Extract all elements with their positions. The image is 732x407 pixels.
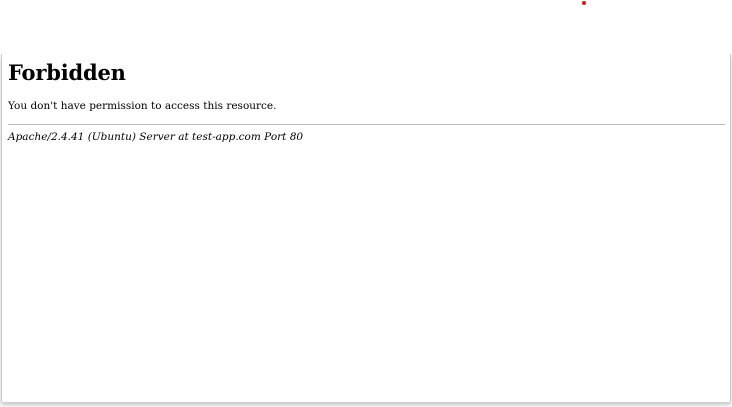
page-title: Forbidden	[8, 60, 126, 85]
red-dot-icon	[582, 1, 586, 5]
error-message: You don't have permission to access this…	[8, 100, 277, 112]
browser-page: Forbidden You don't have permission to a…	[0, 0, 732, 407]
top-blank-area	[0, 0, 732, 54]
horizontal-divider	[8, 124, 725, 125]
page-viewport: Forbidden You don't have permission to a…	[1, 54, 731, 402]
server-signature: Apache/2.4.41 (Ubuntu) Server at test-ap…	[8, 131, 304, 143]
error-content: Forbidden You don't have permission to a…	[8, 60, 725, 144]
